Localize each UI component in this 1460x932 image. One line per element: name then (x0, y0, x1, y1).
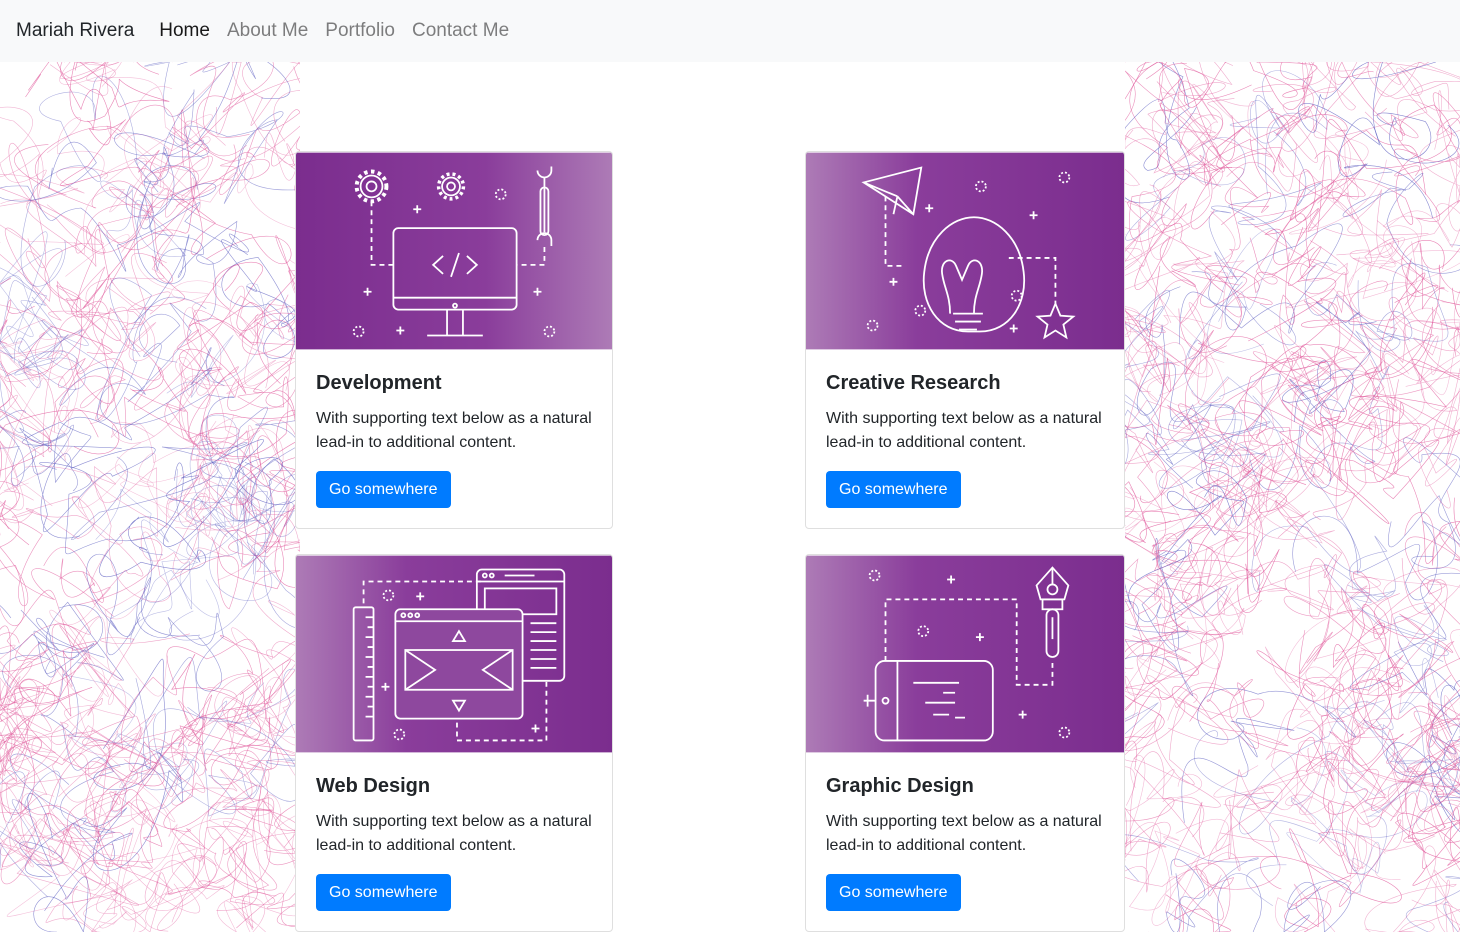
monitor-code-icon (296, 152, 612, 350)
nav-portfolio[interactable]: Portfolio (325, 20, 395, 42)
go-somewhere-button[interactable]: Go somewhere (316, 471, 451, 508)
card-title: Creative Research (826, 372, 1001, 394)
browser-window-icon (296, 555, 612, 753)
card-text: With supporting text below as a natural … (826, 410, 1102, 451)
card-web-design: Web Design With supporting text below as… (295, 554, 613, 932)
card-graphic-design: Graphic Design With supporting text belo… (805, 554, 1125, 932)
go-somewhere-button[interactable]: Go somewhere (316, 874, 451, 911)
scribble-background-left (0, 62, 300, 932)
brand-link[interactable]: Mariah Rivera (16, 20, 134, 42)
card-text: With supporting text below as a natural … (826, 813, 1102, 854)
card-text: With supporting text below as a natural … (316, 813, 592, 854)
nav-home[interactable]: Home (159, 20, 210, 42)
scribble-background-right (1125, 62, 1460, 932)
drawing-tablet-icon (806, 555, 1124, 753)
nav-contact-me[interactable]: Contact Me (412, 20, 509, 42)
card-title: Development (316, 372, 442, 394)
go-somewhere-button[interactable]: Go somewhere (826, 471, 961, 508)
card-title: Graphic Design (826, 775, 974, 797)
go-somewhere-button[interactable]: Go somewhere (826, 874, 961, 911)
card-development: Development With supporting text below a… (295, 151, 613, 529)
card-title: Web Design (316, 775, 431, 797)
card-creative-research: Creative Research With supporting text b… (805, 151, 1125, 529)
card-text: With supporting text below as a natural … (316, 410, 592, 451)
lightbulb-icon (806, 152, 1124, 350)
nav-about-me[interactable]: About Me (227, 20, 308, 42)
navbar: Mariah Rivera Home About Me Portfolio Co… (0, 0, 1460, 62)
